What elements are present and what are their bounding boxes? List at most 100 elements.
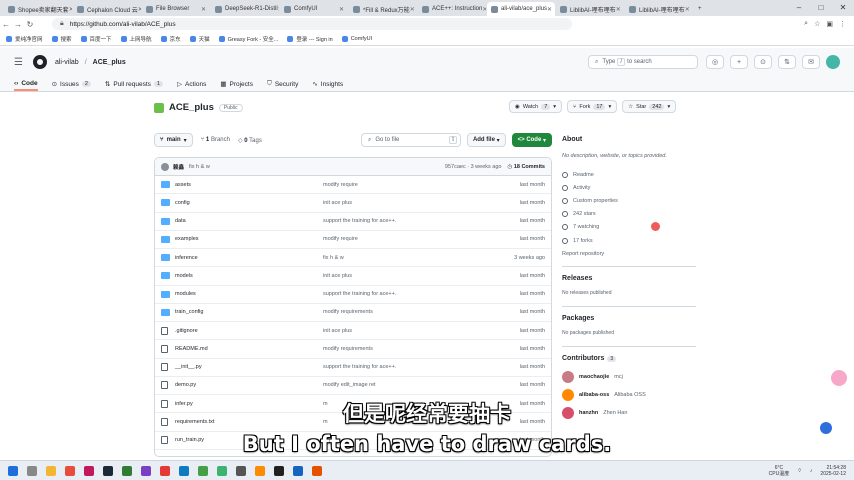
copilot-icon[interactable]: ◎ [706, 55, 724, 69]
file-commit-message[interactable]: init ace plus [323, 273, 520, 279]
watch-button[interactable]: ◉ Watch 7 ▾ [509, 100, 563, 113]
wechat-icon[interactable] [217, 465, 227, 476]
table-row[interactable]: train_config modify requirements last mont… [155, 304, 551, 322]
releases-title[interactable]: Releases [562, 275, 696, 282]
table-row[interactable]: .gitignore init ace plus last month [155, 322, 551, 341]
plus-icon[interactable]: + [730, 55, 748, 69]
star-icon[interactable]: ☆ [814, 20, 820, 28]
go-to-file-input[interactable]: ⌕ Go to file t [360, 133, 461, 147]
table-row[interactable]: data support the training for ace++. last … [155, 213, 551, 231]
file-commit-message[interactable]: support the training for ace++. [323, 218, 520, 224]
file-name[interactable]: models [175, 273, 323, 279]
app-icon[interactable] [198, 465, 208, 476]
table-row[interactable]: config init ace plus last month [155, 194, 551, 213]
app-icon[interactable] [293, 465, 303, 476]
tab-close-icon[interactable]: ✕ [547, 6, 552, 13]
browser-tab[interactable]: *Fill & Redux万能 ✕ [349, 2, 417, 16]
tab-close-icon[interactable]: ✕ [201, 6, 206, 13]
maximize-icon[interactable]: □ [810, 0, 832, 16]
contributors-title[interactable]: Contributors 3 [562, 355, 696, 362]
bookmark-item[interactable]: 京东 [160, 35, 181, 43]
issues-icon[interactable]: ⊙ [754, 55, 772, 69]
file-explorer-icon[interactable] [46, 465, 56, 476]
browser-icon[interactable] [65, 465, 75, 476]
tab-code[interactable]: ‹› Code [14, 77, 38, 91]
weather-widget[interactable]: 6°C CPU温度 [769, 465, 790, 477]
packages-title[interactable]: Packages [562, 315, 696, 322]
fork-button[interactable]: ⑂ Fork 17 ▾ [567, 100, 618, 113]
bookmark-item[interactable]: 登录 --- Sign in [287, 35, 333, 43]
about-item[interactable]: 242 stars [562, 208, 696, 221]
about-item[interactable]: 17 forks [562, 234, 696, 247]
table-row[interactable]: __init__.py support the training for ace+… [155, 359, 551, 377]
browser-tab[interactable]: File Browser ✕ [142, 2, 210, 16]
bookmark-item[interactable]: Greasy Fork - 安全... [218, 35, 278, 43]
pull-request-icon[interactable]: ⇅ [778, 55, 796, 69]
browser-tab[interactable]: ali-vilab/ace_plus ✕ [487, 2, 555, 16]
table-row[interactable]: demo.py modify edit_image ret last month [155, 377, 551, 395]
github-logo-icon[interactable] [32, 55, 47, 69]
tab-security[interactable]: ⛉ Security [267, 77, 298, 91]
network-icon[interactable]: ⌔ [797, 468, 802, 474]
new-tab-icon[interactable]: + [694, 2, 762, 16]
branch-button[interactable]: ⑂ main ▾ [154, 133, 193, 147]
file-name[interactable]: inference [175, 255, 323, 261]
table-row[interactable]: models init ace plus last month [155, 267, 551, 286]
file-name[interactable]: train_config [175, 309, 323, 315]
about-item[interactable]: Activity [562, 181, 696, 194]
file-name[interactable]: README.md [175, 346, 323, 352]
app-icon[interactable] [274, 465, 284, 476]
star-button[interactable]: ☆ Star 242 ▾ [622, 100, 677, 113]
commits-link[interactable]: ◷ 18 Commits [507, 164, 545, 170]
chat-widget-icon[interactable] [820, 422, 832, 434]
bookmark-item[interactable]: 爱纯净官网 [6, 35, 43, 43]
forward-icon[interactable]: → [12, 20, 24, 29]
steam-icon[interactable] [103, 465, 113, 476]
code-button[interactable]: <> Code ▾ [511, 133, 552, 147]
browser-tab[interactable]: LiblibAI-哩布哩布 ✕ [625, 2, 693, 16]
tab-close-icon[interactable]: ✕ [339, 6, 344, 13]
contributor-item[interactable]: maochaojie mcj [562, 368, 696, 386]
volume-icon[interactable]: ♪ [810, 468, 813, 474]
avatar[interactable] [161, 162, 169, 171]
app-icon[interactable] [236, 465, 246, 476]
tags-link[interactable]: ◇ 0 Tags [238, 137, 262, 144]
tab-close-icon[interactable]: ✕ [278, 6, 279, 13]
back-icon[interactable]: ← [0, 20, 12, 29]
file-commit-message[interactable]: support the training for ace++. [323, 291, 520, 297]
bookmark-item[interactable]: 上网导航 [120, 35, 152, 43]
file-name[interactable]: assets [175, 182, 323, 188]
menu-icon[interactable]: ⋮ [839, 20, 846, 28]
file-commit-message[interactable]: modify requirements [323, 309, 520, 315]
file-commit-message[interactable]: init ace plus [323, 200, 520, 206]
browser-tab[interactable]: Shopee卖家翻天套 ✕ [4, 2, 72, 16]
file-commit-message[interactable]: init ace plus [323, 328, 520, 334]
app-icon[interactable] [122, 465, 132, 476]
file-name[interactable]: modules [175, 291, 323, 297]
tab-close-icon[interactable]: ✕ [616, 6, 621, 13]
app-icon[interactable] [160, 465, 170, 476]
browser-tab[interactable]: Cephalon Cloud 云 ✕ [73, 2, 141, 16]
tab-close-icon[interactable]: ✕ [410, 6, 415, 13]
commit-hash-age[interactable]: 957caec · 3 weeks ago [445, 164, 502, 170]
file-commit-message[interactable]: modify edit_image ret [323, 382, 520, 388]
bookmark-item[interactable]: 天猫 [189, 35, 210, 43]
commit-author[interactable]: 赖鑫 [173, 163, 184, 171]
file-name[interactable]: .gitignore [175, 328, 323, 334]
file-name[interactable]: data [175, 218, 323, 224]
breadcrumb-repo[interactable]: ACE_plus [93, 59, 126, 66]
clock[interactable]: 21:54:28 2025-02-12 [820, 465, 846, 477]
commit-message[interactable]: fix h & w [189, 164, 210, 170]
branches-link[interactable]: ⑂ 1 Branch [201, 137, 230, 144]
avatar[interactable] [562, 371, 574, 383]
url-input[interactable]: 🔒︎ https://github.com/ali-vilab/ACE_plus [52, 18, 572, 30]
reload-icon[interactable]: ↻ [24, 20, 36, 29]
table-row[interactable]: assets modify require last month [155, 176, 551, 195]
tab-close-icon[interactable]: ✕ [482, 6, 486, 13]
file-commit-message[interactable]: fix h & w [323, 255, 514, 261]
table-row[interactable]: examples modify require last month [155, 231, 551, 249]
tab-close-icon[interactable]: ✕ [69, 6, 72, 13]
tab-insights[interactable]: ∿ Insights [312, 77, 343, 91]
extensions-icon[interactable]: ▣ [826, 20, 833, 28]
tab-close-icon[interactable]: ✕ [685, 6, 690, 13]
